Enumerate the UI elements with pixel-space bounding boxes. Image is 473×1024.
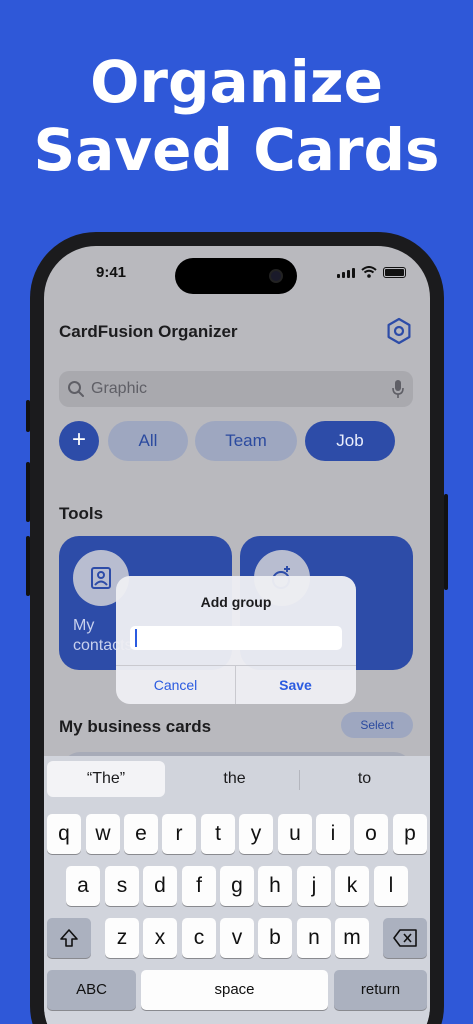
key[interactable]: r	[162, 814, 196, 854]
key[interactable]: u	[278, 814, 312, 854]
key[interactable]: v	[220, 918, 254, 958]
key[interactable]: o	[354, 814, 388, 854]
add-group-dialog: Add group Cancel Save	[116, 576, 356, 704]
key[interactable]: p	[393, 814, 427, 854]
key[interactable]: a	[66, 866, 100, 906]
headline: Organize Saved Cards	[0, 48, 473, 184]
key[interactable]: l	[374, 866, 408, 906]
cancel-button[interactable]: Cancel	[116, 666, 235, 704]
headline-line-2: Saved Cards	[33, 116, 440, 184]
filter-chip-job[interactable]: Job	[305, 421, 395, 461]
mic-icon[interactable]	[391, 379, 405, 399]
key[interactable]: s	[105, 866, 139, 906]
key[interactable]: b	[258, 918, 292, 958]
shift-icon	[60, 929, 78, 947]
signal-icon	[337, 268, 355, 278]
suggestion-item[interactable]: “The”	[47, 761, 165, 797]
suggestion-bar: “The” the to	[44, 756, 430, 802]
app-title: CardFusion Organizer	[59, 322, 238, 341]
dialog-title: Add group	[200, 594, 272, 610]
suggestion-item[interactable]: the	[172, 761, 297, 797]
key[interactable]: g	[220, 866, 254, 906]
add-group-button[interactable]: +	[59, 421, 99, 461]
tools-heading: Tools	[59, 504, 104, 523]
wifi-icon	[361, 266, 377, 278]
battery-icon	[383, 267, 406, 278]
shift-key[interactable]	[47, 918, 91, 958]
group-name-input[interactable]	[130, 626, 342, 650]
filter-chip-all[interactable]: All	[108, 421, 188, 461]
key[interactable]: i	[316, 814, 350, 854]
key[interactable]: d	[143, 866, 177, 906]
key[interactable]: x	[143, 918, 177, 958]
phone-screen: 9:41 CardFusion Organizer Graphic + All …	[44, 246, 430, 1024]
search-input[interactable]: Graphic	[91, 380, 147, 398]
phone-side-button	[26, 462, 30, 522]
business-cards-heading: My business cards	[59, 717, 212, 736]
key[interactable]: e	[124, 814, 158, 854]
filter-chip-team[interactable]: Team	[195, 421, 297, 461]
phone-side-button	[26, 400, 30, 432]
status-bar: 9:41	[44, 246, 430, 300]
gear-icon[interactable]	[384, 316, 414, 346]
status-icons	[337, 266, 406, 278]
headline-line-1: Organize	[90, 48, 383, 116]
key[interactable]: c	[182, 918, 216, 958]
return-key[interactable]: return	[334, 970, 427, 1010]
suggestion-item[interactable]: to	[302, 761, 427, 797]
phone-frame: 9:41 CardFusion Organizer Graphic + All …	[26, 232, 448, 1024]
search-bar[interactable]: Graphic	[59, 371, 413, 407]
key[interactable]: w	[86, 814, 120, 854]
camera-icon	[269, 269, 283, 283]
select-button[interactable]: Select	[341, 712, 413, 738]
key[interactable]: m	[335, 918, 369, 958]
search-icon	[68, 381, 84, 397]
key[interactable]: n	[297, 918, 331, 958]
key[interactable]: f	[182, 866, 216, 906]
key[interactable]: q	[47, 814, 81, 854]
delete-icon	[393, 929, 417, 947]
space-key[interactable]: space	[141, 970, 328, 1010]
phone-side-button	[444, 494, 448, 590]
text-caret	[135, 629, 137, 647]
key[interactable]: j	[297, 866, 331, 906]
abc-key[interactable]: ABC	[47, 970, 136, 1010]
divider	[299, 770, 300, 790]
delete-key[interactable]	[383, 918, 427, 958]
key[interactable]: t	[201, 814, 235, 854]
save-button[interactable]: Save	[236, 666, 355, 704]
key[interactable]: h	[258, 866, 292, 906]
dynamic-island	[175, 258, 297, 294]
keyboard: “The” the to q w e r t y u i o p a s d f…	[44, 756, 430, 1024]
phone-side-button	[26, 536, 30, 596]
key[interactable]: y	[239, 814, 273, 854]
key[interactable]: z	[105, 918, 139, 958]
key[interactable]: k	[335, 866, 369, 906]
status-time: 9:41	[96, 264, 127, 281]
